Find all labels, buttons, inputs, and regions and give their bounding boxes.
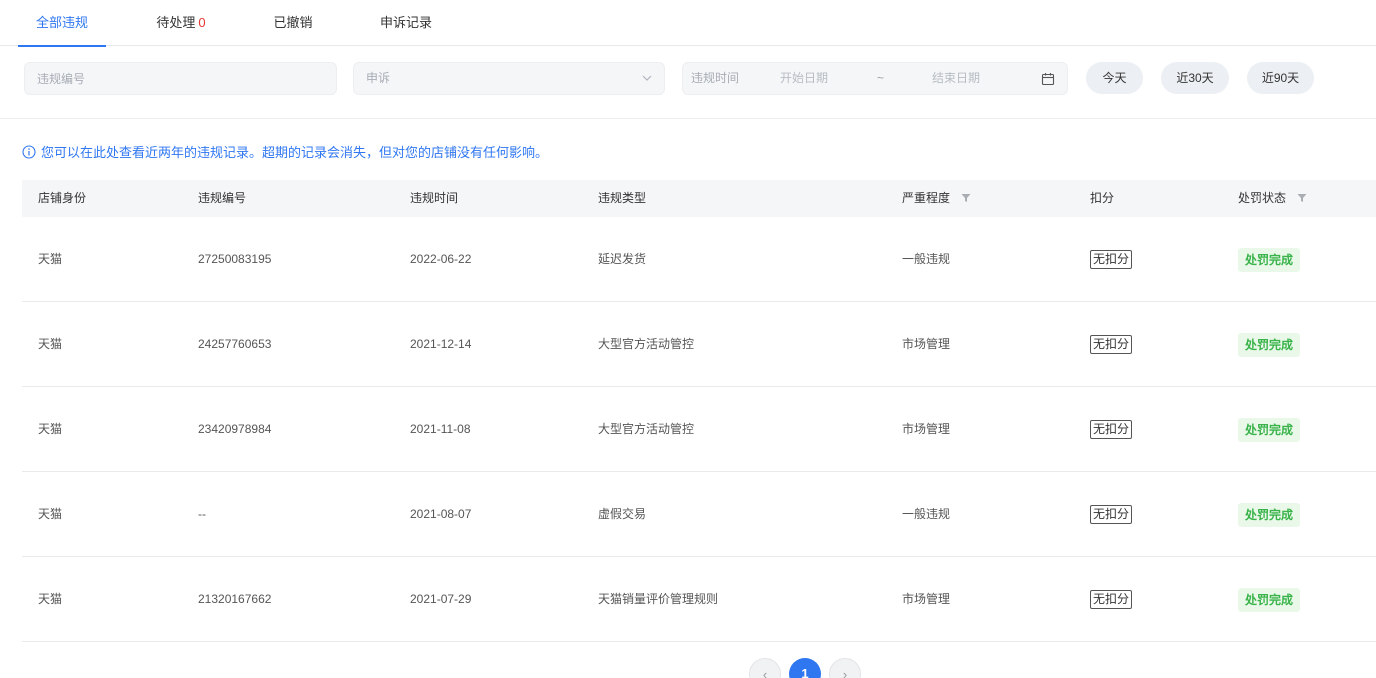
status-badge: 处罚完成	[1238, 332, 1301, 357]
tab-all-violations[interactable]: 全部违规	[18, 0, 106, 47]
filter-icon[interactable]	[961, 193, 971, 203]
filter-bar: 申诉 违规时间 开始日期 ~ 结束日期 今天 近30天 近90天	[0, 46, 1376, 119]
pending-count-badge: 0	[198, 15, 206, 30]
cell-severity: 市场管理	[902, 422, 951, 436]
cell-violation-no: --	[198, 507, 206, 521]
tab-label: 待处理	[156, 15, 196, 30]
header-penalty-status: 处罚状态	[1238, 180, 1307, 217]
header-violation-no: 违规编号	[198, 191, 247, 205]
cell-points: 无扣分	[1090, 302, 1133, 387]
cell-severity: 市场管理	[902, 337, 951, 351]
status-badge: 处罚完成	[1238, 502, 1301, 527]
cell-severity: 市场管理	[902, 592, 951, 606]
cell-status: 处罚完成	[1238, 387, 1301, 472]
cell-status: 处罚完成	[1238, 217, 1301, 302]
date-range-picker[interactable]: 违规时间 开始日期 ~ 结束日期	[682, 62, 1068, 95]
today-button[interactable]: 今天	[1086, 62, 1143, 94]
appeal-select[interactable]: 申诉	[353, 62, 665, 95]
calendar-icon	[1041, 73, 1055, 86]
cell-shop: 天猫	[38, 337, 63, 351]
cell-violation-type: 虚假交易	[598, 507, 647, 521]
no-deduction-badge: 无扣分	[1090, 590, 1133, 610]
cell-points: 无扣分	[1090, 472, 1133, 557]
date-range-label: 违规时间	[691, 71, 740, 85]
header-label: 处罚状态	[1238, 191, 1287, 205]
page-1-button[interactable]: 1	[789, 658, 821, 678]
prev-page-button[interactable]: ‹	[749, 658, 781, 678]
cell-points: 无扣分	[1090, 387, 1133, 472]
status-badge: 处罚完成	[1238, 247, 1301, 272]
tab-label: 全部违规	[35, 15, 88, 30]
cell-severity: 一般违规	[902, 252, 951, 266]
cell-violation-no: 21320167662	[198, 592, 272, 606]
cell-shop: 天猫	[38, 507, 63, 521]
cell-shop: 天猫	[38, 592, 63, 606]
no-deduction-badge: 无扣分	[1090, 335, 1133, 355]
no-deduction-badge: 无扣分	[1090, 250, 1133, 270]
cell-violation-type: 天猫销量评价管理规则	[598, 592, 719, 606]
header-violation-type: 违规类型	[598, 191, 647, 205]
filter-icon[interactable]	[1297, 193, 1307, 203]
cell-status: 处罚完成	[1238, 557, 1301, 642]
no-deduction-badge: 无扣分	[1090, 420, 1133, 440]
last-30-days-button[interactable]: 近30天	[1161, 62, 1229, 94]
cell-status: 处罚完成	[1238, 302, 1301, 387]
tab-label: 申诉记录	[379, 15, 432, 30]
cell-status: 处罚完成	[1238, 472, 1301, 557]
no-deduction-badge: 无扣分	[1090, 505, 1133, 525]
cell-severity: 一般违规	[902, 507, 951, 521]
next-page-button[interactable]: ›	[829, 658, 861, 678]
status-badge: 处罚完成	[1238, 417, 1301, 442]
tab-revoked[interactable]: 已撤销	[262, 0, 324, 46]
header-label: 严重程度	[902, 191, 951, 205]
status-badge: 处罚完成	[1238, 587, 1301, 612]
violations-table: 店铺身份 违规编号 违规时间 违规类型 严重程度 扣分 处罚状态 天猫 2725…	[22, 180, 1376, 642]
table-row: 天猫 24257760653 2021-12-14 大型官方活动管控 市场管理 …	[22, 302, 1376, 387]
cell-violation-type: 大型官方活动管控	[598, 422, 695, 436]
cell-violation-time: 2021-08-07	[410, 507, 472, 521]
tab-label: 已撤销	[273, 15, 313, 30]
cell-violation-type: 延迟发货	[598, 252, 647, 266]
last-90-days-button[interactable]: 近90天	[1247, 62, 1314, 94]
tab-pending[interactable]: 待处理 0	[146, 0, 216, 46]
info-notice: 您可以在此处查看近两年的违规记录。超期的记录会消失，但对您的店铺没有任何影响。	[22, 144, 548, 162]
cell-shop: 天猫	[38, 252, 63, 266]
cell-shop: 天猫	[38, 422, 63, 436]
violation-no-input[interactable]	[25, 63, 336, 94]
tab-appeal-records[interactable]: 申诉记录	[370, 0, 442, 46]
table-row: 天猫 27250083195 2022-06-22 延迟发货 一般违规 无扣分 …	[22, 217, 1376, 302]
header-violation-time: 违规时间	[410, 191, 459, 205]
end-date-input[interactable]: 结束日期	[932, 63, 980, 94]
cell-violation-no: 24257760653	[198, 337, 272, 351]
date-separator: ~	[877, 71, 885, 85]
cell-points: 无扣分	[1090, 217, 1133, 302]
cell-violation-time: 2021-11-08	[410, 422, 471, 436]
start-date-input[interactable]: 开始日期	[780, 63, 828, 94]
cell-violation-type: 大型官方活动管控	[598, 337, 695, 351]
header-severity: 严重程度	[902, 180, 971, 217]
chevron-down-icon	[642, 75, 652, 81]
cell-points: 无扣分	[1090, 557, 1133, 642]
violation-no-field	[24, 62, 337, 95]
cell-violation-no: 23420978984	[198, 422, 272, 436]
table-row: 天猫 21320167662 2021-07-29 天猫销量评价管理规则 市场管…	[22, 557, 1376, 642]
info-icon	[22, 145, 36, 159]
table-row: 天猫 -- 2021-08-07 虚假交易 一般违规 无扣分 处罚完成	[22, 472, 1376, 557]
header-shop: 店铺身份	[38, 191, 87, 205]
cell-violation-time: 2021-12-14	[410, 337, 472, 351]
table-header: 店铺身份 违规编号 违规时间 违规类型 严重程度 扣分 处罚状态	[22, 180, 1376, 217]
cell-violation-no: 27250083195	[198, 252, 272, 266]
table-row: 天猫 23420978984 2021-11-08 大型官方活动管控 市场管理 …	[22, 387, 1376, 472]
cell-violation-time: 2021-07-29	[410, 592, 472, 606]
notice-text: 您可以在此处查看近两年的违规记录。超期的记录会消失，但对您的店铺没有任何影响。	[41, 145, 549, 160]
cell-violation-time: 2022-06-22	[410, 252, 472, 266]
header-points: 扣分	[1090, 191, 1115, 205]
tab-bar: 全部违规 待处理 0 已撤销 申诉记录	[0, 0, 1376, 47]
appeal-select-value: 申诉	[366, 71, 391, 85]
